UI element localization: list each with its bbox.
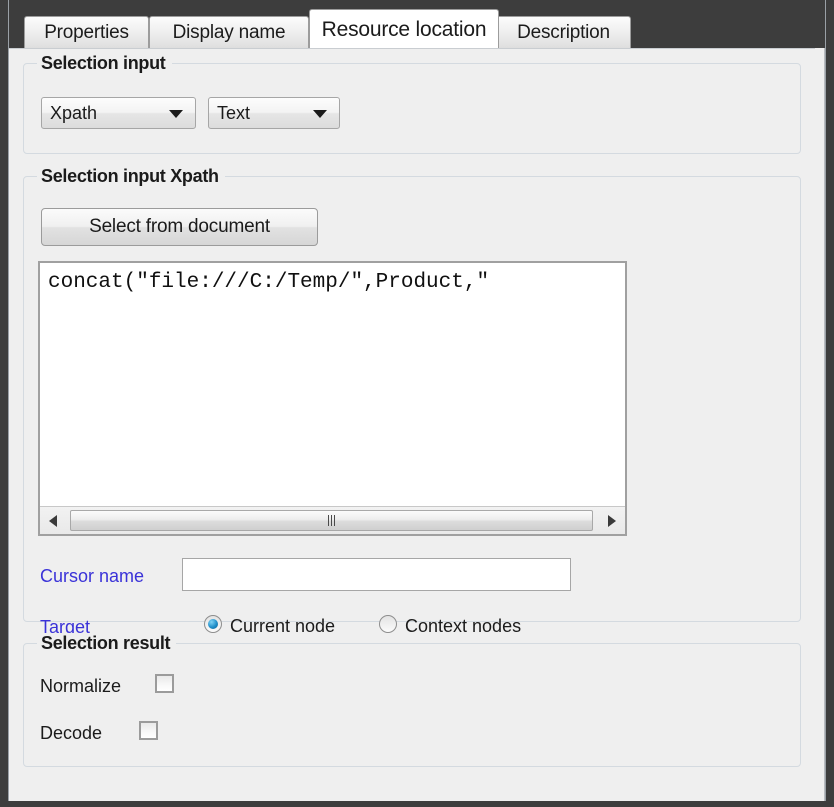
- target-radio-context-nodes-label[interactable]: Context nodes: [405, 616, 521, 637]
- target-radio-current-node-label[interactable]: Current node: [230, 616, 335, 637]
- decode-label[interactable]: Decode: [40, 723, 102, 744]
- chevron-down-icon: [169, 110, 183, 118]
- xpath-horizontal-scrollbar[interactable]: [40, 506, 625, 534]
- tab-resource-location[interactable]: Resource location: [309, 9, 499, 48]
- grip-lines-icon: [328, 515, 335, 526]
- tab-resource-location-label: Resource location: [321, 17, 487, 41]
- selection-input-type-value: Xpath: [50, 102, 98, 123]
- chevron-down-icon: [313, 110, 327, 118]
- dialog-window: Properties Display name Resource locatio…: [0, 0, 834, 807]
- tab-properties[interactable]: Properties: [24, 16, 149, 48]
- select-from-document-button[interactable]: Select from document: [41, 208, 318, 246]
- group-selection-input-title: Selection input: [37, 53, 172, 74]
- cursor-name-label: Cursor name: [40, 566, 145, 586]
- tab-description[interactable]: Description: [496, 16, 631, 48]
- xpath-expression-text: concat("file:///C:/Temp/",Product,": [48, 271, 490, 294]
- selection-input-format-value: Text: [217, 102, 251, 123]
- window-frame-left: [0, 0, 9, 807]
- target-radio-current-node[interactable]: [204, 615, 222, 633]
- group-selection-input-xpath: Selection input Xpath Select from docume…: [23, 166, 801, 637]
- tab-properties-label: Properties: [44, 22, 129, 43]
- group-selection-input-xpath-title: Selection input Xpath: [37, 166, 225, 187]
- selection-input-format-combo[interactable]: Text: [208, 97, 340, 129]
- target-radio-context-nodes[interactable]: [379, 615, 397, 633]
- decode-checkbox[interactable]: [139, 721, 158, 740]
- window-frame-bottom: [0, 801, 834, 807]
- selection-input-type-combo[interactable]: Xpath: [41, 97, 196, 129]
- normalize-label[interactable]: Normalize: [40, 676, 121, 697]
- tab-page-resource-location: Selection input Xpath Text Selection inp…: [9, 48, 815, 801]
- group-selection-result: Selection result Normalize Decode: [23, 633, 801, 767]
- scrollbar-thumb[interactable]: [70, 510, 593, 531]
- tab-display-name-label: Display name: [172, 22, 286, 43]
- select-from-document-label: Select from document: [89, 216, 270, 237]
- window-frame-right: [825, 0, 834, 807]
- cursor-name-input[interactable]: [182, 558, 571, 591]
- normalize-checkbox[interactable]: [155, 674, 174, 693]
- xpath-expression-editor[interactable]: concat("file:///C:/Temp/",Product,": [38, 261, 627, 536]
- tab-description-label: Description: [517, 22, 610, 43]
- scrollbar-left-arrow-button[interactable]: [40, 507, 66, 534]
- scrollbar-right-arrow-button[interactable]: [599, 507, 625, 534]
- group-selection-result-title: Selection result: [37, 633, 177, 654]
- tab-display-name[interactable]: Display name: [149, 16, 309, 48]
- tab-bar: Properties Display name Resource locatio…: [9, 6, 825, 48]
- group-selection-input: Selection input Xpath Text: [23, 53, 801, 154]
- triangle-left-icon: [49, 514, 57, 527]
- triangle-right-icon: [608, 514, 616, 527]
